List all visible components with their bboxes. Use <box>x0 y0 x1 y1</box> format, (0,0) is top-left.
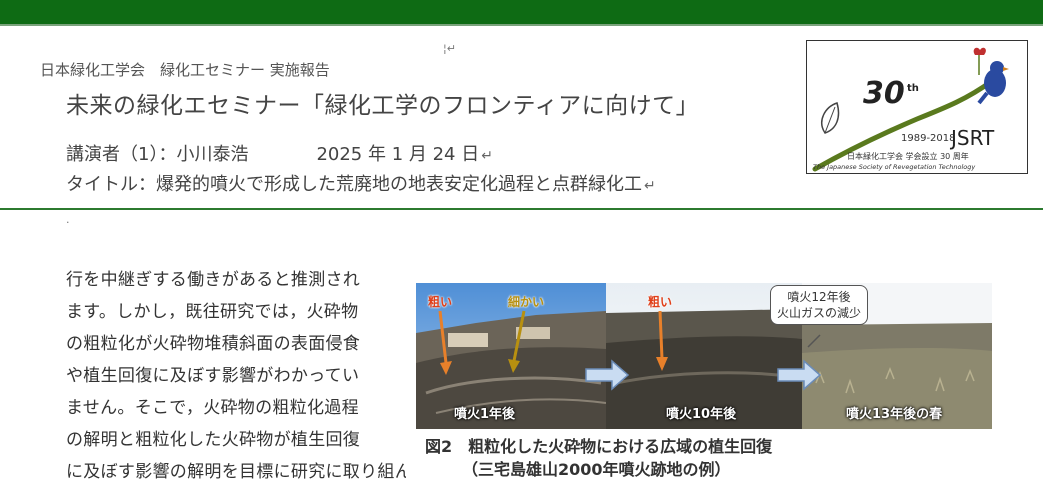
body-line: や植生回復に及ぼす影響がわかってい <box>66 366 360 386</box>
panel-label: 噴火1年後 <box>454 407 516 422</box>
logo-en-name: The Japanese Society of Revegetation Tec… <box>813 163 975 171</box>
arrow-label-coarse: 粗い <box>428 295 453 309</box>
jsrt-30th-logo: 30 th 1989-2018 JSRT 日本緑化工学会 学会設立 30 周年 … <box>806 40 1028 174</box>
logo-years: 1989-2018 <box>901 133 956 144</box>
top-accent-line <box>0 24 1043 26</box>
body-line: の解明と粗粒化した火砕物が植生回復 <box>66 430 361 450</box>
arrow-label-fine: 細かい <box>508 295 545 309</box>
arrow-label-coarse: 粗い <box>648 295 673 309</box>
top-green-bar <box>0 0 1043 24</box>
return-mark: ↵ <box>481 148 493 164</box>
figure-caption-line2: （三宅島雄山2000年噴火跡地の例） <box>462 460 731 479</box>
body-line: の粗粒化が火砕物堆積斜面の表面侵食 <box>66 334 361 354</box>
lecturer-name: 講演者（1）：小川泰浩 <box>66 144 249 165</box>
talk-title: タイトル：爆発的噴火で形成した荒廃地の地表安定化過程と点群緑化工 <box>66 174 642 195</box>
figure-caption-line1: 図2 粗粒化した火砕物における広域の植生回復 <box>425 437 773 456</box>
logo-jp-name: 日本緑化工学会 学会設立 30 周年 <box>847 151 969 161</box>
callout-gas-reduction: 噴火12年後 火山ガスの減少 <box>770 285 869 325</box>
body-line: に及ぼす影響の解明を目標に研究に取り組んでいます <box>66 462 406 480</box>
org-seminar-heading: 日本緑化工学会 緑化工セミナー 実施報告 <box>40 61 330 79</box>
panel-label: 噴火10年後 <box>666 407 737 422</box>
format-mark: ¦↵ <box>443 42 456 55</box>
callout-line: 噴火12年後 <box>787 290 851 304</box>
panel-label: 噴火13年後の春 <box>846 407 943 422</box>
logo-acronym: JSRT <box>949 126 995 150</box>
lecture-date: 2025 年 1 月 24 日 <box>316 144 480 165</box>
return-mark: ↵ <box>644 178 656 194</box>
leaf-icon <box>821 102 840 134</box>
figure-2-photos: 粗い 細かい 粗い 噴火12年後 火山ガスの減少 噴火1年後 噴火10年後 噴火… <box>416 283 992 429</box>
flower-icon <box>973 47 986 55</box>
callout-line: 火山ガスの減少 <box>777 306 862 320</box>
talk-title-line: タイトル：爆発的噴火で形成した荒廃地の地表安定化過程と点群緑化工 ↵ <box>66 170 656 196</box>
body-line: ます。しかし，既往研究では，火砕物 <box>66 302 359 322</box>
body-line: ません。そこで，火砕物の粗粒化過程 <box>66 398 359 418</box>
header-divider <box>0 208 1043 210</box>
lecturer-line: 講演者（1）：小川泰浩 2025 年 1 月 24 日 ↵ <box>66 140 493 166</box>
body-text-column: 行を中継ぎする働きがあると推測され ます。しかし，既往研究では，火砕物 の粗粒化… <box>66 264 406 480</box>
logo-suffix: th <box>907 83 919 94</box>
logo-graphic: 30 th 1989-2018 JSRT 日本緑化工学会 学会設立 30 周年 … <box>812 47 1009 172</box>
body-line: 行を中継ぎする働きがあると推測され <box>66 270 361 290</box>
seminar-title: 未来の緑化エセミナー「緑化工学のフロンティアに向けて」 <box>66 93 700 119</box>
format-mark: · <box>66 216 70 229</box>
logo-number: 30 <box>863 76 905 111</box>
